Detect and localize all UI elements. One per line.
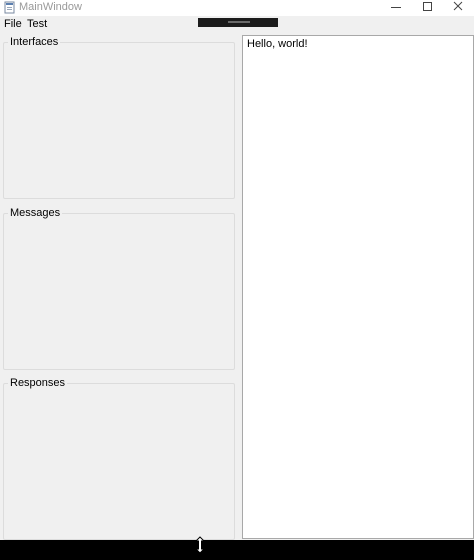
app-window-icon	[4, 1, 15, 14]
messages-title: Messages	[8, 207, 63, 220]
resize-vertical-cursor-icon	[194, 536, 206, 554]
output-text: Hello, world!	[247, 38, 308, 50]
maximize-button[interactable]	[413, 0, 441, 16]
responses-groupbox: Responses	[3, 377, 235, 540]
main-window: MainWindow File Test Interfaces Messages…	[0, 0, 474, 560]
interfaces-groupbox: Interfaces	[3, 36, 235, 199]
toolbar-drag-handle[interactable]	[228, 21, 250, 23]
menu-test[interactable]: Test	[27, 18, 47, 31]
output-textbox[interactable]: Hello, world!	[242, 35, 474, 539]
title-bar[interactable]: MainWindow	[0, 0, 474, 16]
responses-title: Responses	[8, 377, 68, 390]
minimize-button[interactable]	[382, 0, 410, 16]
messages-groupbox: Messages	[3, 207, 235, 370]
close-button[interactable]	[444, 0, 472, 16]
menu-file[interactable]: File	[4, 18, 22, 31]
bottom-black-bar	[0, 540, 474, 560]
close-icon	[453, 1, 463, 11]
window-title: MainWindow	[19, 1, 82, 13]
minimize-icon	[391, 7, 401, 8]
maximize-icon	[423, 2, 432, 11]
interfaces-title: Interfaces	[8, 36, 61, 49]
